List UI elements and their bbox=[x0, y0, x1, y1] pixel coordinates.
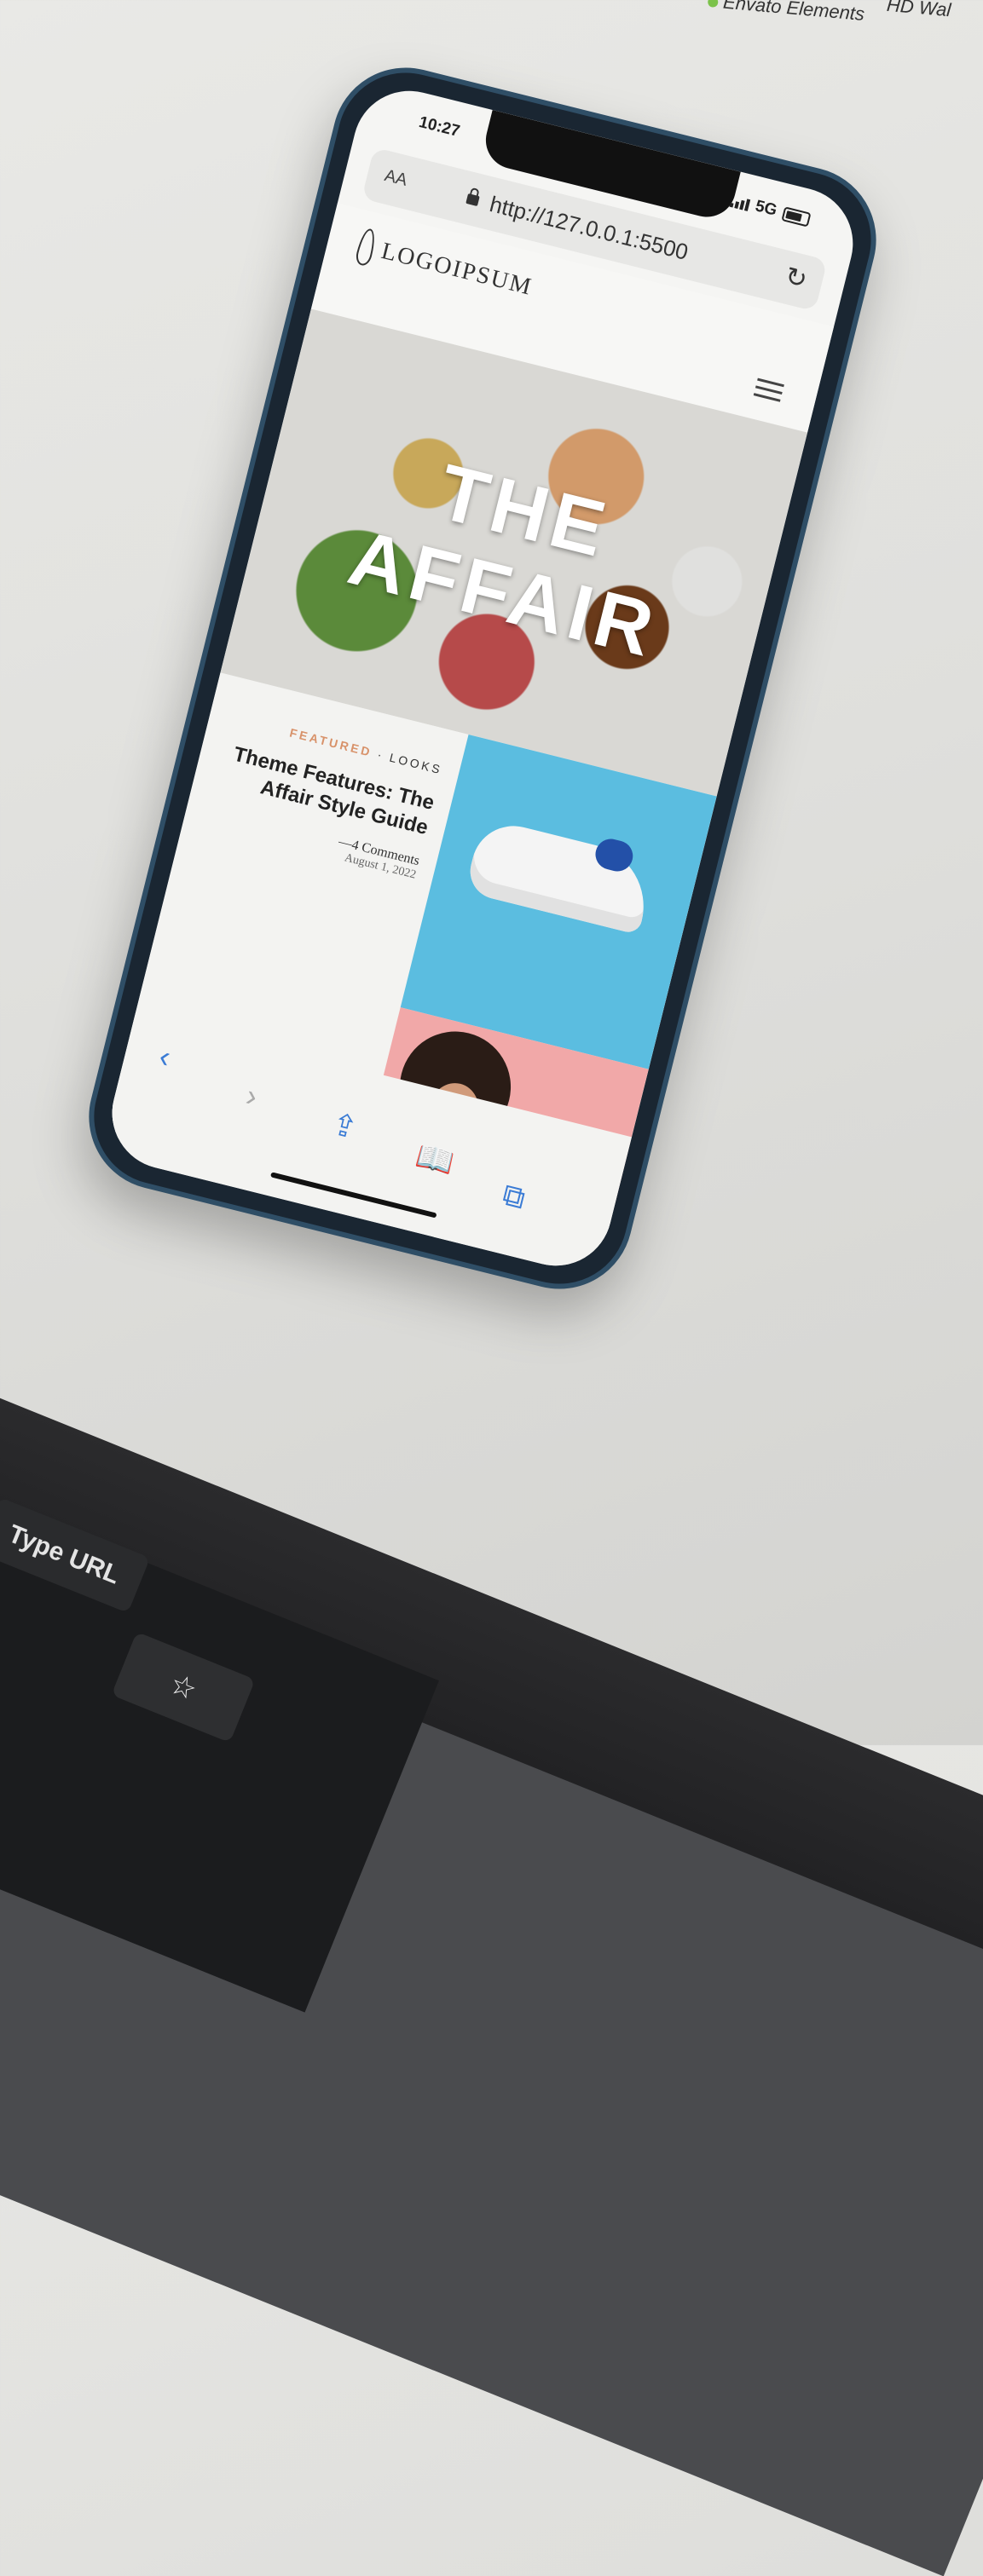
hamburger-menu-icon[interactable] bbox=[752, 377, 784, 407]
phone-screen: 10:27 5G AA http://127.0.0.1:5500 ↻ LOGO… bbox=[100, 78, 865, 1278]
bookmark-hd-wal[interactable]: HD Wal bbox=[886, 0, 951, 21]
reload-icon[interactable]: ↻ bbox=[782, 262, 810, 296]
phone-frame: 10:27 5G AA http://127.0.0.1:5500 ↻ LOGO… bbox=[73, 52, 892, 1305]
text-size-button[interactable]: AA bbox=[382, 166, 409, 191]
network-label: 5G bbox=[753, 197, 779, 220]
forward-icon[interactable]: › bbox=[242, 1077, 262, 1115]
back-icon[interactable]: ‹ bbox=[156, 1038, 175, 1075]
post-text: FEATURED · LOOKS Theme Features: The Aff… bbox=[207, 712, 443, 882]
category-looks[interactable]: LOOKS bbox=[388, 751, 443, 777]
share-icon[interactable]: ⇪ bbox=[327, 1105, 361, 1146]
bookmarks-icon[interactable]: 📖 bbox=[412, 1137, 458, 1181]
tabs-icon[interactable]: ⧉ bbox=[499, 1176, 529, 1217]
logo-text: LOGOIPSUM bbox=[379, 237, 535, 301]
battery-icon bbox=[781, 205, 812, 228]
status-signal: 5G bbox=[728, 191, 812, 228]
lock-icon bbox=[465, 193, 480, 207]
sneaker-image bbox=[464, 816, 657, 936]
home-indicator bbox=[270, 1172, 437, 1219]
bookmark-envato-label: Envato Elements bbox=[722, 0, 866, 25]
bookmark-envato[interactable]: Envato Elements bbox=[707, 0, 865, 26]
hero-title: THE AFFAIR bbox=[245, 408, 783, 697]
category-featured[interactable]: FEATURED bbox=[288, 725, 373, 759]
feather-logo-icon bbox=[354, 227, 379, 268]
site-logo[interactable]: LOGOIPSUM bbox=[354, 227, 536, 306]
signal-bars-icon bbox=[729, 193, 750, 211]
bookmark-hd-wal-label: HD Wal bbox=[886, 0, 952, 21]
status-time: 10:27 bbox=[417, 112, 462, 141]
envato-icon bbox=[707, 0, 719, 8]
desktop-bookmarks-bar: Envato Elements HD Wal bbox=[0, 0, 983, 26]
